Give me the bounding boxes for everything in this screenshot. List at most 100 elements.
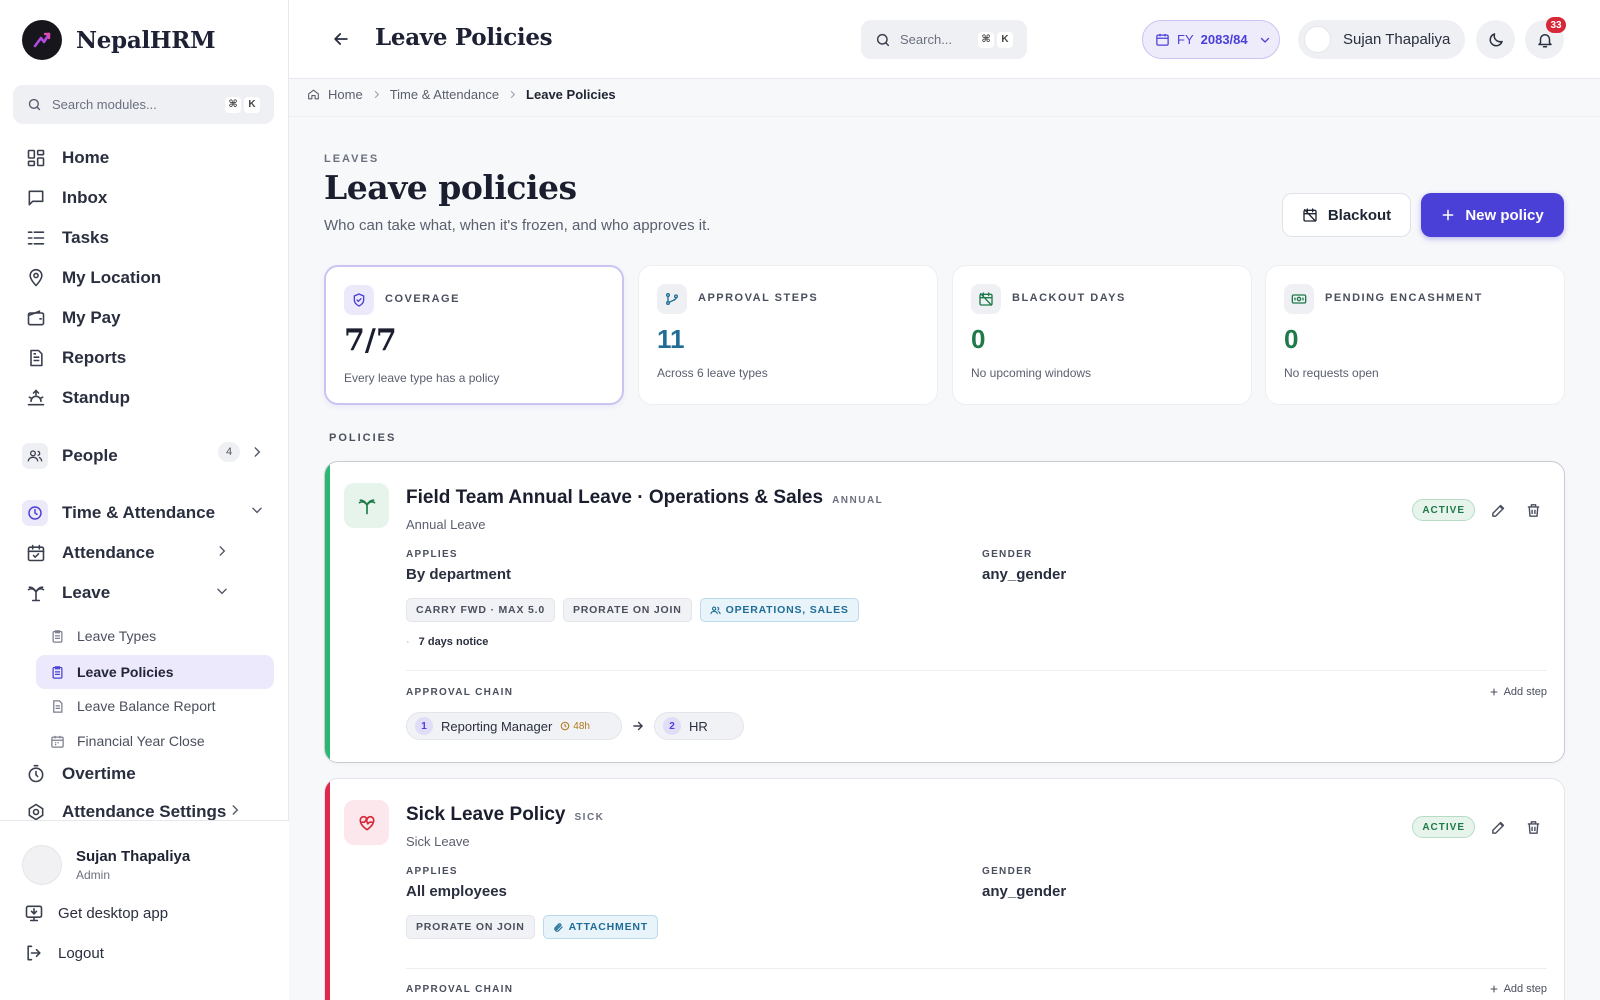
stat-card-coverage[interactable]: COVERAGE 7/7 Every leave type has a poli… bbox=[324, 265, 624, 405]
sidebar-item-home[interactable]: Home bbox=[24, 146, 109, 170]
sidebar-footer: Sujan Thapaliya Admin Get desktop app Lo… bbox=[0, 820, 289, 1000]
blackout-button-label: Blackout bbox=[1327, 206, 1392, 224]
get-desktop-app-link[interactable]: Get desktop app bbox=[24, 903, 168, 923]
sidebar-item-label: Home bbox=[62, 148, 110, 167]
sidebar-item-inbox[interactable]: Inbox bbox=[24, 186, 107, 210]
module-search-input[interactable]: Search modules... ⌘ K bbox=[13, 85, 274, 124]
policy-kind: ANNUAL bbox=[832, 495, 884, 506]
policy-chip: PRORATE ON JOIN bbox=[562, 598, 692, 622]
breadcrumb-home[interactable]: Home bbox=[328, 87, 363, 102]
add-step-label: Add step bbox=[1503, 983, 1547, 995]
chevron-right-icon[interactable] bbox=[215, 544, 229, 558]
sidebar-item-attendance[interactable]: Attendance bbox=[24, 541, 155, 565]
approval-step[interactable]: 1 Reporting Manager 48h bbox=[406, 712, 622, 740]
module-search-placeholder: Search modules... bbox=[52, 97, 157, 112]
cash-icon bbox=[1284, 284, 1314, 314]
step-number: 1 bbox=[415, 717, 433, 735]
sidebar-user[interactable]: Sujan Thapaliya Admin bbox=[22, 845, 190, 885]
fiscal-year-selector[interactable]: FY 2083/84 bbox=[1142, 20, 1280, 59]
plus-icon bbox=[1489, 687, 1499, 697]
sidebar-item-time-attendance[interactable]: Time & Attendance bbox=[22, 500, 215, 526]
document-icon bbox=[24, 346, 48, 370]
chevron-right-icon[interactable] bbox=[228, 803, 242, 817]
search-icon bbox=[27, 97, 42, 112]
divider bbox=[406, 968, 1547, 969]
notifications-button[interactable]: 33 bbox=[1525, 17, 1566, 59]
gender-value: any_gender bbox=[982, 566, 1067, 583]
people-count-badge: 4 bbox=[218, 442, 240, 462]
sidebar-subitem-label: Leave Policies bbox=[77, 664, 174, 680]
shield-check-icon bbox=[344, 285, 374, 315]
logout-label: Logout bbox=[58, 944, 104, 962]
sidebar-item-tasks[interactable]: Tasks bbox=[24, 226, 109, 250]
people-icon bbox=[22, 443, 48, 469]
sidebar-item-attendance-settings[interactable]: Attendance Settings bbox=[24, 800, 226, 820]
sidebar-user-name: Sujan Thapaliya bbox=[76, 848, 191, 865]
stat-note: No requests open bbox=[1284, 366, 1379, 380]
stat-card-approval-steps[interactable]: APPROVAL STEPS 11 Across 6 leave types bbox=[638, 265, 938, 405]
policy-chip-attachment: ATTACHMENT bbox=[542, 915, 659, 939]
policy-card[interactable]: Sick Leave Policy SICK Sick Leave ACTIVE… bbox=[324, 778, 1565, 1000]
plus-icon bbox=[1441, 208, 1455, 222]
sidebar-item-my-pay[interactable]: My Pay bbox=[24, 306, 121, 330]
stat-label: BLACKOUT DAYS bbox=[1012, 292, 1126, 304]
logout-link[interactable]: Logout bbox=[24, 943, 104, 963]
global-search-input[interactable]: Search... ⌘ K bbox=[861, 20, 1027, 59]
policy-accent-bar bbox=[325, 779, 330, 1000]
clock-icon bbox=[22, 500, 48, 526]
stat-card-blackout-days[interactable]: BLACKOUT DAYS 0 No upcoming windows bbox=[952, 265, 1252, 405]
policy-accent-bar bbox=[325, 462, 330, 762]
sidebar-subitem-financial-year-close[interactable]: Financial Year Close bbox=[36, 724, 274, 758]
theme-toggle-button[interactable] bbox=[1476, 20, 1515, 59]
home-icon bbox=[307, 88, 320, 101]
stat-card-pending-encashment[interactable]: PENDING ENCASHMENT 0 No requests open bbox=[1265, 265, 1565, 405]
delete-button[interactable] bbox=[1522, 816, 1544, 838]
policy-kind: SICK bbox=[574, 812, 605, 823]
add-step-button[interactable]: Add step bbox=[1489, 983, 1547, 995]
sidebar-item-reports[interactable]: Reports bbox=[24, 346, 126, 370]
palm-tree-icon bbox=[344, 483, 389, 528]
sidebar-item-my-location[interactable]: My Location bbox=[24, 266, 161, 290]
step-approver: Reporting Manager bbox=[441, 718, 553, 734]
blackout-button[interactable]: Blackout bbox=[1282, 193, 1411, 237]
sidebar-subitem-leave-policies[interactable]: Leave Policies bbox=[36, 655, 274, 689]
edit-button[interactable] bbox=[1487, 499, 1509, 521]
gender-value: any_gender bbox=[982, 883, 1067, 900]
sidebar-subitem-leave-balance-report[interactable]: Leave Balance Report bbox=[36, 689, 274, 723]
delete-button[interactable] bbox=[1522, 499, 1544, 521]
approval-step[interactable]: 2 HR bbox=[654, 712, 744, 740]
policy-leave-type: Sick Leave bbox=[406, 834, 470, 849]
chevron-down-icon[interactable] bbox=[250, 503, 264, 517]
applies-label: APPLIES bbox=[406, 866, 458, 877]
calendar-off-icon bbox=[971, 284, 1001, 314]
step-number: 2 bbox=[663, 717, 681, 735]
git-branch-icon bbox=[657, 284, 687, 314]
policy-card[interactable]: Field Team Annual Leave · Operations & S… bbox=[324, 461, 1565, 763]
sidebar-subitem-label: Financial Year Close bbox=[77, 733, 205, 749]
chevron-right-icon[interactable] bbox=[250, 445, 264, 459]
applies-label: APPLIES bbox=[406, 549, 458, 560]
brand[interactable]: NepalHRM bbox=[22, 20, 216, 60]
sidebar-subitem-leave-types[interactable]: Leave Types bbox=[36, 619, 274, 653]
applies-value: All employees bbox=[406, 883, 507, 900]
chevron-right-icon bbox=[371, 89, 382, 100]
sidebar-item-leave[interactable]: Leave bbox=[24, 581, 110, 605]
shortcut-cmd-key: ⌘ bbox=[225, 96, 241, 113]
edit-button[interactable] bbox=[1487, 816, 1509, 838]
breadcrumb: Home Time & Attendance Leave Policies bbox=[307, 87, 616, 102]
user-menu[interactable]: Sujan Thapaliya bbox=[1298, 20, 1465, 59]
new-policy-button[interactable]: New policy bbox=[1421, 193, 1564, 237]
back-arrow-icon[interactable] bbox=[331, 29, 351, 49]
sidebar-item-overtime[interactable]: Overtime bbox=[24, 762, 136, 786]
sidebar-item-standup[interactable]: Standup bbox=[24, 386, 130, 410]
sidebar-item-label: Attendance Settings bbox=[62, 802, 227, 820]
step-sla-value: 48h bbox=[573, 720, 590, 732]
stat-value: 0 bbox=[1284, 324, 1299, 354]
sidebar-item-people[interactable]: People bbox=[22, 443, 118, 469]
breadcrumb-time-attendance[interactable]: Time & Attendance bbox=[390, 87, 499, 102]
shortcut-k-key: K bbox=[997, 31, 1013, 48]
chevron-down-icon[interactable] bbox=[215, 584, 229, 598]
notice-value: 7 days notice bbox=[418, 636, 489, 648]
add-step-button[interactable]: Add step bbox=[1489, 686, 1547, 698]
applies-value: By department bbox=[406, 566, 512, 583]
